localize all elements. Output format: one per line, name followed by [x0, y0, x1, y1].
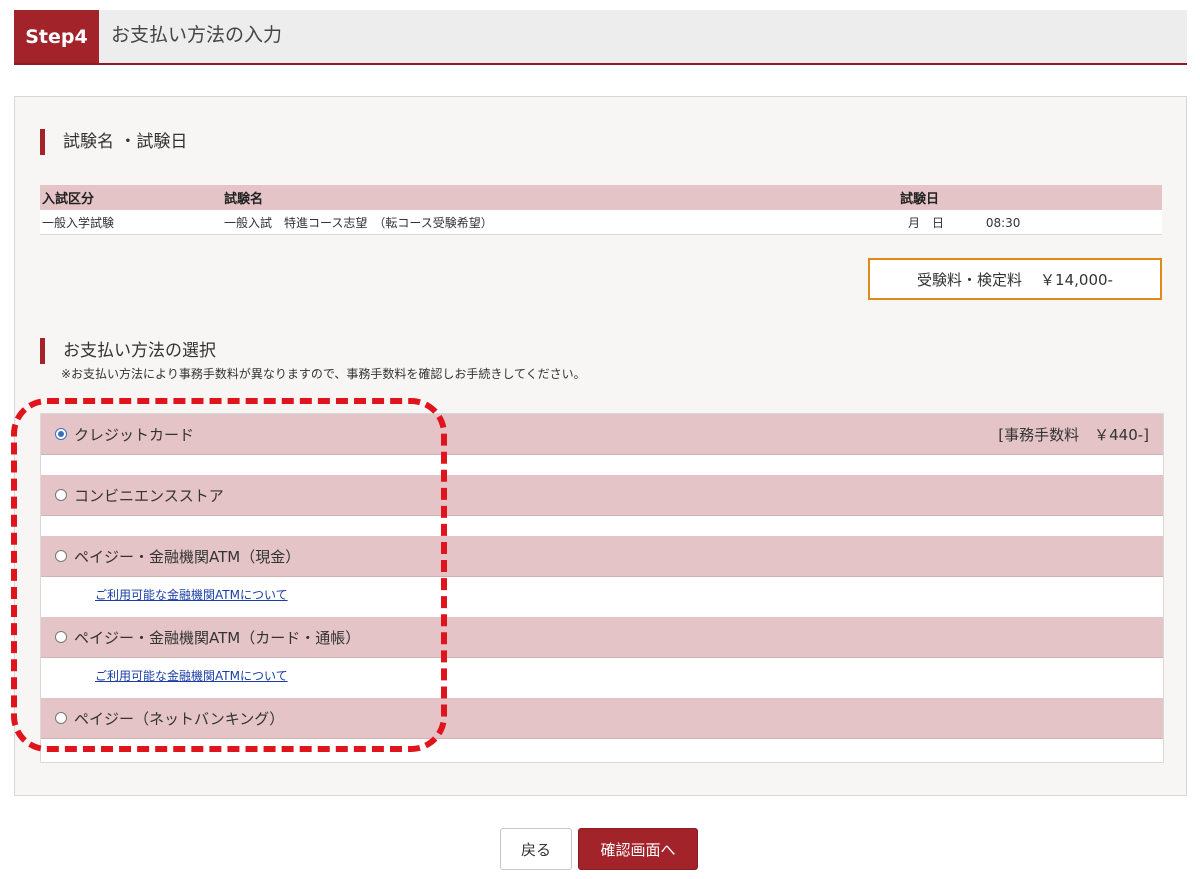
fee-amount: ￥14,000- [1040, 270, 1113, 289]
payment-option-payeasy-atm-cash[interactable]: ペイジー・金融機関ATM（現金） [41, 536, 1163, 577]
payment-options-list: クレジットカード [事務手数料 ￥440-] コンビニエンスストア ペイジー・金… [40, 413, 1164, 763]
payment-option-convenience-store[interactable]: コンビニエンスストア [41, 475, 1163, 516]
exam-section-title: 試験名 ・試験日 [40, 129, 187, 155]
exam-table-header: 入試区分 試験名 試験日 [40, 185, 1162, 210]
step-badge: Step4 [14, 10, 99, 63]
atm-info-link[interactable]: ご利用可能な金融機関ATMについて [95, 586, 288, 603]
back-button[interactable]: 戻る [500, 828, 572, 870]
table-row: 一般入学試験 一般入試 特進コース志望 （転コース受験希望） 月 日 08:30 [40, 210, 1162, 235]
column-header-name: 試験名 [222, 185, 898, 210]
exam-name: 一般入試 特進コース志望 （転コース受験希望） [222, 210, 898, 235]
payment-option-label: ペイジー・金融機関ATM（現金） [74, 547, 301, 566]
exam-category: 一般入学試験 [40, 210, 222, 235]
exam-table: 入試区分 試験名 試験日 一般入学試験 一般入試 特進コース志望 （転コース受験… [40, 185, 1162, 235]
payment-option-credit-card[interactable]: クレジットカード [事務手数料 ￥440-] [41, 414, 1163, 455]
fee-label: 受験料・検定料 [917, 270, 1023, 289]
payment-option-label: ペイジー・金融機関ATM（カード・通帳） [74, 628, 361, 647]
radio-payeasy-netbanking[interactable] [55, 712, 67, 724]
confirm-button[interactable]: 確認画面へ [578, 828, 698, 870]
radio-payeasy-atm-cash[interactable] [55, 550, 67, 562]
main-panel: 試験名 ・試験日 入試区分 試験名 試験日 一般入学試験 一般入試 特進コース志… [14, 96, 1187, 796]
payment-option-label: コンビニエンスストア [74, 486, 224, 505]
radio-convenience-store[interactable] [55, 489, 67, 501]
exam-time: 08:30 [985, 215, 1021, 230]
atm-info-link[interactable]: ご利用可能な金融機関ATMについて [95, 667, 288, 684]
payment-note: ※お支払い方法により事務手数料が異なりますので、事務手数料を確認しお手続きしてく… [61, 367, 586, 381]
column-header-date: 試験日 [898, 185, 1162, 210]
payment-section-title: お支払い方法の選択 [40, 338, 216, 364]
step-header: Step4 お支払い方法の入力 [14, 10, 1187, 65]
payment-option-label: クレジットカード [74, 425, 195, 444]
column-header-category: 入試区分 [40, 185, 222, 210]
radio-credit-card[interactable] [55, 428, 67, 440]
payment-option-label: ペイジー（ネットバンキング） [74, 709, 285, 728]
fee-box: 受験料・検定料 ￥14,000- [868, 258, 1162, 300]
payment-option-payeasy-netbanking[interactable]: ペイジー（ネットバンキング） [41, 698, 1163, 739]
payment-option-payeasy-atm-card[interactable]: ペイジー・金融機関ATM（カード・通帳） [41, 617, 1163, 658]
exam-date-cell: 月 日 08:30 [898, 210, 1162, 235]
radio-payeasy-atm-card[interactable] [55, 631, 67, 643]
handling-fee: [事務手数料 ￥440-] [998, 425, 1149, 444]
exam-date: 月 日 [908, 215, 945, 230]
page-title: お支払い方法の入力 [111, 24, 283, 46]
